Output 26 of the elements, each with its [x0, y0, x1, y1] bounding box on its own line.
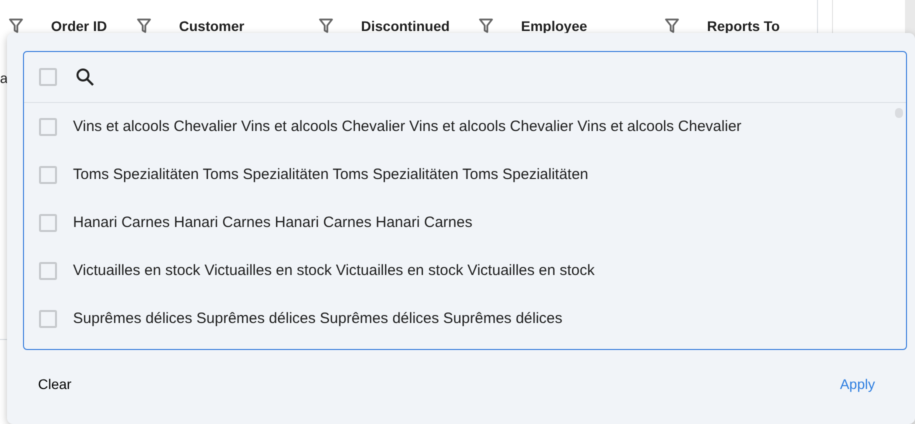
- filter-icon[interactable]: [137, 18, 151, 34]
- checkbox[interactable]: [39, 262, 57, 280]
- filter-icon[interactable]: [9, 18, 23, 34]
- column-header[interactable]: Employee: [521, 16, 588, 36]
- filter-icon[interactable]: [479, 18, 493, 34]
- filter-option[interactable]: Toms Spezialitäten Toms Spezialitäten Toms Spezialitäten Toms Spezialitäten: [73, 164, 588, 186]
- column-header[interactable]: Order ID: [51, 16, 108, 36]
- checkbox[interactable]: [39, 310, 57, 328]
- search-icon[interactable]: [75, 67, 95, 87]
- filter-icon[interactable]: [319, 18, 333, 34]
- checkbox[interactable]: [39, 166, 57, 184]
- filter-icon[interactable]: [665, 18, 679, 34]
- column-header[interactable]: Discontinued: [361, 16, 450, 36]
- filter-option[interactable]: Suprêmes délices Suprêmes délices Suprêmes délices Suprêmes délices: [73, 308, 562, 330]
- scroll-thumb[interactable]: [895, 108, 903, 118]
- column-header[interactable]: Customer: [179, 16, 244, 36]
- select-all-checkbox[interactable]: [39, 68, 57, 86]
- checkbox[interactable]: [39, 214, 57, 232]
- cell-text: a: [0, 69, 8, 88]
- checkbox[interactable]: [39, 118, 57, 136]
- filter-option[interactable]: Victuailles en stock Victuailles en stock Victuailles en stock Victuailles en stock: [73, 260, 595, 282]
- filter-option[interactable]: Hanari Carnes Hanari Carnes Hanari Carnes Hanari Carnes: [73, 212, 472, 234]
- filter-option[interactable]: Vins et alcools Chevalier Vins et alcools Chevalier Vins et alcools Chevalier Vins et alcools Chevalier: [73, 116, 742, 138]
- apply-button[interactable]: Apply: [824, 370, 891, 399]
- clear-button[interactable]: Clear: [22, 370, 88, 399]
- column-header[interactable]: Reports To: [707, 16, 780, 36]
